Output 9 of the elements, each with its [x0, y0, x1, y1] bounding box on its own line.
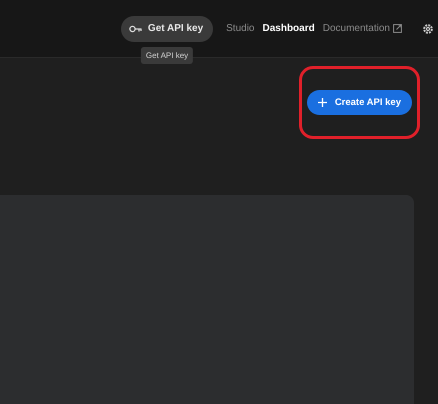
plus-icon: [318, 98, 327, 107]
create-api-key-button[interactable]: Create API key: [306, 90, 412, 115]
nav-link[interactable]: Dashboard: [262, 23, 315, 34]
get-api-key-button[interactable]: Get API key: [120, 16, 214, 42]
settings-icon[interactable]: [422, 22, 434, 34]
nav-link[interactable]: Documentation: [322, 23, 402, 34]
tooltip: Get API key: [140, 46, 194, 64]
key-icon: [128, 24, 142, 32]
nav-link[interactable]: Studio: [226, 23, 254, 34]
